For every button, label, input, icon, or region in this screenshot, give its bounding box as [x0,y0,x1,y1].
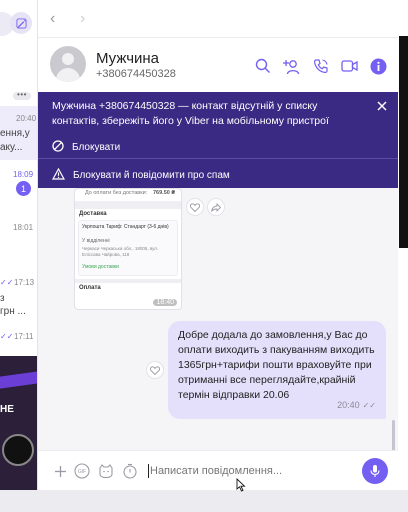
background-window-edge [398,0,408,490]
order-amount: 769.50 ₴ [153,190,176,196]
close-icon[interactable] [376,99,388,111]
forward-share-icon[interactable] [207,198,225,216]
promo-disc-image [2,434,34,466]
banner-message: Мужчина +380674450328 — контакт відсутні… [52,100,329,127]
like-button[interactable] [146,361,164,379]
navigation-bar: ‹ › [38,0,398,38]
outgoing-message[interactable]: Добре додала до замовлення,у Вас до опла… [168,321,386,419]
timer-icon[interactable] [122,463,138,479]
header-actions [253,56,388,76]
image-message-time: 18:40 [153,299,177,306]
phone-call-icon[interactable] [311,57,330,76]
message-composer: GIF [38,450,398,490]
background-window [399,36,408,248]
chat-list-item-snippet: з [0,293,5,304]
delivery-point: У відділенні [82,238,110,244]
conversation-header: Мужчина +380674450328 [38,38,398,92]
text-caret [148,464,149,478]
info-icon[interactable] [369,57,388,76]
chat-list-item-snippet: ення,у [0,128,30,139]
desktop-strip [0,490,408,512]
add-participant-icon[interactable] [282,57,301,76]
read-check-icon: ✓✓ [362,401,376,410]
video-call-icon[interactable] [340,57,359,76]
unknown-contact-banner: Мужчина +380674450328 — контакт відсутні… [38,92,398,188]
chat-list-item-snippet: аку... [0,142,23,153]
forward-arrow-icon[interactable]: › [80,11,85,27]
mouse-cursor-icon [236,477,246,497]
sticker-icon[interactable] [98,463,114,479]
more-options-button[interactable]: ••• [13,91,31,100]
delivery-free-label: Умови доставки [82,264,119,270]
order-line-label: До оплати без доставки: [85,190,148,196]
warning-icon [51,167,66,183]
delivery-title: Доставка [79,211,107,217]
microphone-button[interactable] [362,458,388,484]
chat-list-item-snippet: грн ... [0,306,26,317]
read-check-icon: ✓✓ [0,278,14,287]
block-button[interactable]: Блокувати [52,137,120,157]
promo-stripe [0,371,37,389]
delivery-card: Укрпошта Тариф: Стандарт (3-6 днів) У ві… [78,220,178,276]
block-label: Блокувати [72,141,121,153]
avatar[interactable] [50,46,86,82]
payment-title: Оплата [79,285,101,291]
compose-icon[interactable] [10,12,32,34]
block-report-label: Блокувати й повідомити про спам [73,169,230,181]
chat-list-panel: ••• 20:40 ення,у аку... 18:09 1 18:01 ✓✓… [0,0,38,490]
outgoing-message-text: Добре додала до замовлення,у Вас до опла… [178,329,375,401]
search-icon[interactable] [253,57,272,76]
gif-icon[interactable]: GIF [74,463,90,479]
block-icon [52,139,64,155]
contact-name[interactable]: Мужчина [96,50,159,67]
scrollbar[interactable] [392,420,395,452]
contact-phone: +380674450328 [96,68,176,80]
back-arrow-icon[interactable]: ‹ [50,11,55,27]
read-check-icon: ✓✓ [0,332,14,341]
conversation-panel: ‹ › Мужчина +380674450328 Мужчина +38067… [38,0,398,490]
chat-list-toolbar [0,12,37,38]
block-report-spam-button[interactable]: Блокувати й повідомити про спам [51,165,230,185]
promo-text: НЕ [0,404,14,415]
promo-banner[interactable]: НЕ [0,356,37,490]
delivery-address: Черкаси Черкаська обл., 18005, вул. Еліс… [82,246,159,257]
message-input[interactable] [150,463,350,479]
unread-badge: 1 [16,181,31,196]
plus-icon[interactable] [52,463,68,479]
like-button[interactable] [186,198,204,216]
gif-label: GIF [78,469,86,475]
delivery-service: Укрпошта Тариф: Стандарт (3-6 днів) [82,224,169,230]
outgoing-message-time: 20:40 [337,400,360,410]
incoming-image-message[interactable]: До оплати без доставки: 769.50 ₴ Доставк… [74,188,182,310]
banner-divider [38,158,398,159]
outgoing-message-meta: 20:40 ✓✓ [337,398,376,413]
